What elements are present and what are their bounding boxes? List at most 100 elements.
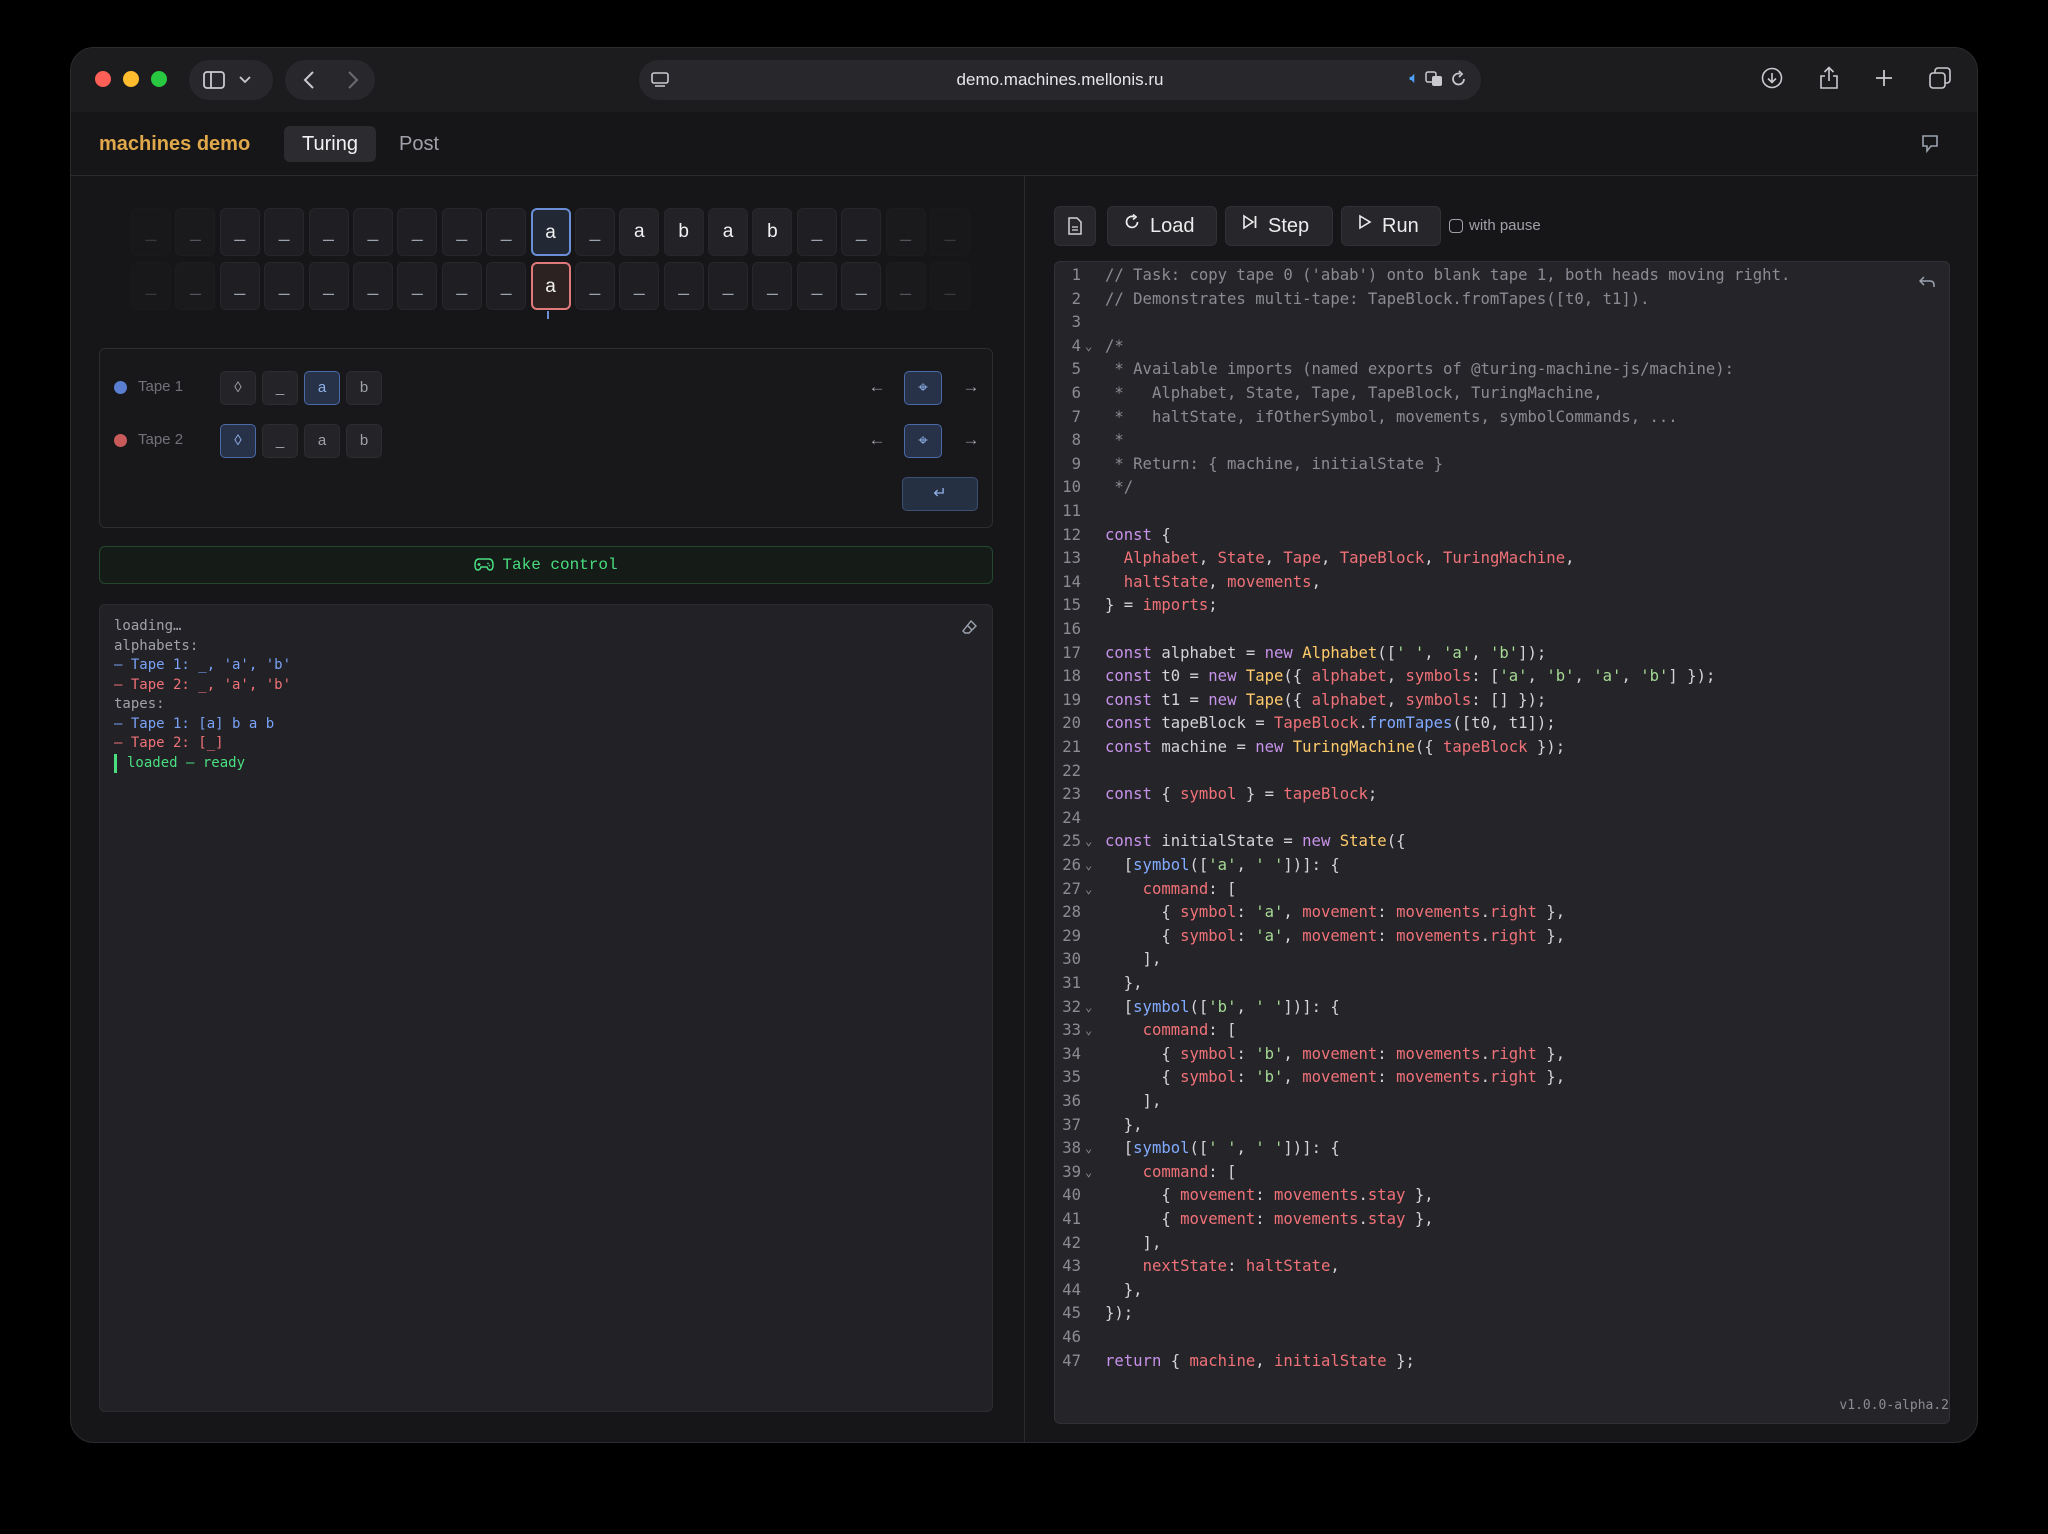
- tape-1-cell[interactable]: _: [264, 208, 305, 256]
- share-icon[interactable]: [1819, 65, 1839, 95]
- code-editor[interactable]: 1 // Task: copy tape 0 ('abab') onto blan…: [1054, 261, 1950, 1424]
- code-line[interactable]: 2 // Demonstrates multi-tape: TapeBlock.f…: [1055, 288, 1949, 312]
- code-line[interactable]: 29 { symbol: 'a', movement: movements.ri…: [1055, 925, 1949, 949]
- code-line[interactable]: 28 { symbol: 'a', movement: movements.ri…: [1055, 901, 1949, 925]
- tape-2-cell[interactable]: _: [708, 262, 749, 310]
- code-line[interactable]: 32 ⌄ [symbol(['b', ' '])]: {: [1055, 996, 1949, 1020]
- feedback-icon[interactable]: [1921, 134, 1941, 154]
- url-text[interactable]: demo.machines.mellonis.ru: [639, 70, 1481, 90]
- tape-1-cell[interactable]: _: [308, 208, 349, 256]
- code-line[interactable]: 18 const t0 = new Tape({ alphabet, symbol…: [1055, 665, 1949, 689]
- code-line[interactable]: 19 const t1 = new Tape({ alphabet, symbol…: [1055, 689, 1949, 713]
- chevron-down-icon[interactable]: [239, 76, 251, 84]
- translate-icon[interactable]: [1425, 71, 1443, 92]
- tape-1-cell[interactable]: _: [441, 208, 482, 256]
- fold-chevron-icon[interactable]: ⌄: [1085, 335, 1092, 359]
- tape-2-symbol-blank[interactable]: _: [262, 424, 298, 458]
- tape-2-cell[interactable]: _: [131, 262, 171, 310]
- code-line[interactable]: 14 haltState, movements,: [1055, 571, 1949, 595]
- tape-1-cell[interactable]: b: [752, 208, 793, 256]
- brand-title[interactable]: machines demo: [99, 133, 250, 156]
- tape-2-symbol-any[interactable]: ◊: [220, 424, 256, 458]
- tape-2-cell[interactable]: _: [619, 262, 660, 310]
- fold-chevron-icon[interactable]: ⌄: [1085, 878, 1092, 902]
- code-line[interactable]: 12 const {: [1055, 524, 1949, 548]
- code-line[interactable]: 39 ⌄ command: [: [1055, 1161, 1949, 1185]
- tape-1-symbol-a[interactable]: a: [304, 371, 340, 405]
- code-line[interactable]: 31 },: [1055, 972, 1949, 996]
- tape-1-cell[interactable]: a: [530, 208, 571, 256]
- tape-2-cell[interactable]: _: [352, 262, 393, 310]
- tape-2-cell[interactable]: a: [530, 262, 571, 310]
- tape-1-cell[interactable]: _: [486, 208, 527, 256]
- checkbox-icon[interactable]: [1449, 218, 1463, 233]
- speaker-icon[interactable]: 🔈︎: [1409, 70, 1419, 88]
- code-line[interactable]: 35 { symbol: 'b', movement: movements.ri…: [1055, 1066, 1949, 1090]
- tape-1-move-right[interactable]: →: [952, 371, 990, 405]
- code-line[interactable]: 1 // Task: copy tape 0 ('abab') onto blan…: [1055, 264, 1949, 288]
- tape-1-cell[interactable]: _: [175, 208, 216, 256]
- tape-1-symbol-blank[interactable]: _: [262, 371, 298, 405]
- fold-chevron-icon[interactable]: ⌄: [1085, 1161, 1092, 1185]
- tape-2-move-stay[interactable]: ⌖: [904, 424, 942, 458]
- examples-button[interactable]: [1054, 206, 1096, 246]
- step-button[interactable]: Step: [1225, 206, 1333, 246]
- tape-2-cell[interactable]: _: [796, 262, 837, 310]
- tape-1-move-stay[interactable]: ⌖: [904, 371, 942, 405]
- code-line[interactable]: 26 ⌄ [symbol(['a', ' '])]: {: [1055, 854, 1949, 878]
- downloads-icon[interactable]: [1761, 67, 1783, 94]
- code-line[interactable]: 9 * Return: { machine, initialState }: [1055, 453, 1949, 477]
- tape-2-cell[interactable]: _: [308, 262, 349, 310]
- code-line[interactable]: 16: [1055, 618, 1949, 642]
- tape-2-cell[interactable]: _: [219, 262, 260, 310]
- fold-chevron-icon[interactable]: ⌄: [1085, 830, 1092, 854]
- tape-2-cell[interactable]: _: [574, 262, 615, 310]
- clear-console-icon[interactable]: [962, 619, 978, 635]
- tape-2-cell[interactable]: _: [486, 262, 527, 310]
- code-line[interactable]: 13 Alphabet, State, Tape, TapeBlock, Tur…: [1055, 547, 1949, 571]
- tape-2-cell[interactable]: _: [264, 262, 305, 310]
- fold-chevron-icon[interactable]: ⌄: [1085, 996, 1092, 1020]
- tab-overview-icon[interactable]: [1929, 66, 1951, 94]
- with-pause-checkbox[interactable]: with pause: [1449, 217, 1541, 234]
- new-tab-icon[interactable]: [1875, 69, 1893, 92]
- forward-icon[interactable]: [347, 71, 359, 89]
- code-line[interactable]: 36 ],: [1055, 1090, 1949, 1114]
- code-line[interactable]: 45});: [1055, 1302, 1949, 1326]
- code-line[interactable]: 43 nextState: haltState,: [1055, 1255, 1949, 1279]
- take-control-button[interactable]: Take control: [99, 546, 993, 584]
- apply-command-button[interactable]: ↵: [902, 477, 978, 511]
- tape-1-cell[interactable]: _: [131, 208, 171, 256]
- code-line[interactable]: 4 ⌄ /*: [1055, 335, 1949, 359]
- tape-2-cell[interactable]: _: [885, 262, 926, 310]
- tape-1-cell[interactable]: _: [397, 208, 438, 256]
- code-line[interactable]: 8 *: [1055, 429, 1949, 453]
- fold-chevron-icon[interactable]: ⌄: [1085, 1137, 1092, 1161]
- code-line[interactable]: 22: [1055, 760, 1949, 784]
- code-line[interactable]: 44 },: [1055, 1279, 1949, 1303]
- tape-2-cell[interactable]: _: [441, 262, 482, 310]
- code-line[interactable]: 23 const { symbol } = tapeBlock;: [1055, 783, 1949, 807]
- tape-1-cell[interactable]: _: [841, 208, 882, 256]
- code-line[interactable]: 33 ⌄ command: [: [1055, 1019, 1949, 1043]
- code-line[interactable]: 37 },: [1055, 1114, 1949, 1138]
- code-line[interactable]: 6 * Alphabet, State, Tape, TapeBlock, Tu…: [1055, 382, 1949, 406]
- code-line[interactable]: 5 * Available imports (named exports of …: [1055, 358, 1949, 382]
- code-line[interactable]: 15} = imports;: [1055, 594, 1949, 618]
- tape-1-cell[interactable]: _: [885, 208, 926, 256]
- tape-2-cell[interactable]: _: [930, 262, 971, 310]
- tape-2-cell[interactable]: _: [663, 262, 704, 310]
- sidebar-icon[interactable]: [203, 71, 225, 89]
- code-line[interactable]: 24: [1055, 807, 1949, 831]
- tape-1-cell[interactable]: _: [930, 208, 971, 256]
- tape-2-move-right[interactable]: →: [952, 424, 990, 458]
- tape-2-symbol-a[interactable]: a: [304, 424, 340, 458]
- tape-2-cell[interactable]: _: [841, 262, 882, 310]
- close-window-button[interactable]: [95, 71, 111, 87]
- tape-1-symbol-any[interactable]: ◊: [220, 371, 256, 405]
- tape-1-cell[interactable]: a: [619, 208, 660, 256]
- fold-chevron-icon[interactable]: ⌄: [1085, 854, 1092, 878]
- code-line[interactable]: 38 ⌄ [symbol([' ', ' '])]: {: [1055, 1137, 1949, 1161]
- tape-1-cell[interactable]: _: [352, 208, 393, 256]
- tape-1-cell[interactable]: _: [574, 208, 615, 256]
